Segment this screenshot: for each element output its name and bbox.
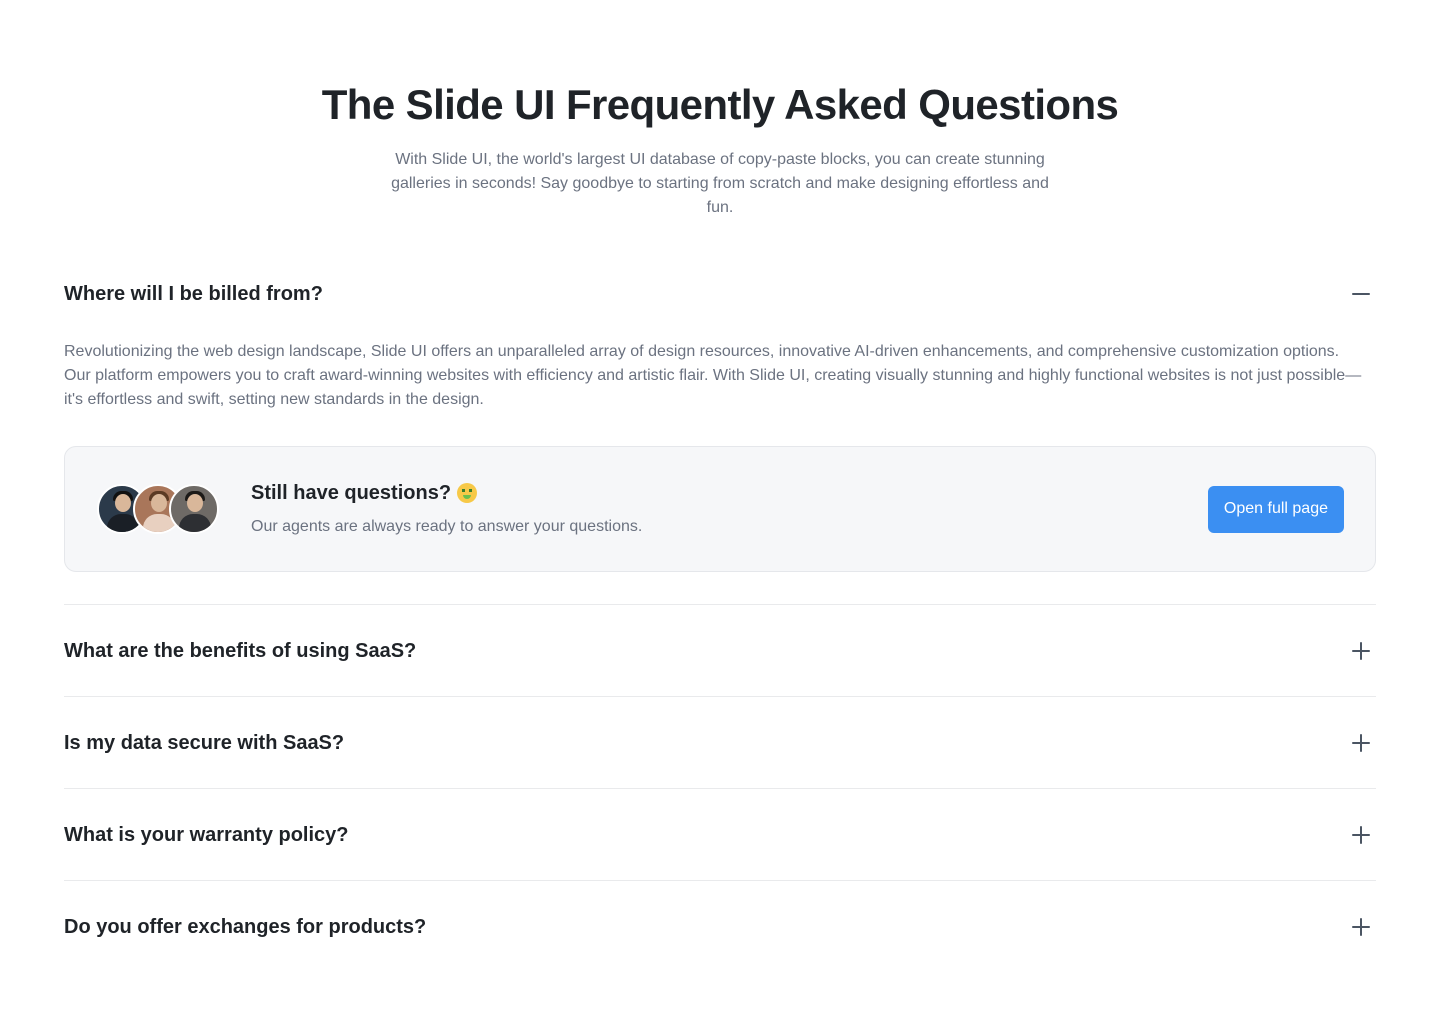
money-mouth-face-icon xyxy=(457,483,478,503)
faq-question-toggle[interactable]: What is your warranty policy? xyxy=(64,789,1376,881)
plus-icon[interactable] xyxy=(1350,824,1372,846)
faq-item: What is your warranty policy? xyxy=(64,788,1376,880)
faq-question-toggle[interactable]: What are the benefits of using SaaS? xyxy=(64,605,1376,697)
contact-text: Still have questions? Our agents are alw… xyxy=(251,479,1208,539)
contact-title-text: Still have questions? xyxy=(251,482,452,504)
faq-item-open: Where will I be billed from? Revolutioni… xyxy=(64,256,1376,572)
faq-question-toggle[interactable]: Where will I be billed from? xyxy=(64,256,1376,332)
contact-card: Still have questions? Our agents are alw… xyxy=(64,446,1376,572)
faq-question-toggle[interactable]: Do you offer exchanges for products? xyxy=(64,881,1376,973)
hero-section: The Slide UI Frequently Asked Questions … xyxy=(0,80,1440,220)
faq-page: The Slide UI Frequently Asked Questions … xyxy=(0,0,1440,1018)
plus-icon[interactable] xyxy=(1350,916,1372,938)
page-title: The Slide UI Frequently Asked Questions xyxy=(321,81,1119,128)
page-description: With Slide UI, the world's largest UI da… xyxy=(391,151,1049,216)
faq-question-toggle[interactable]: Is my data secure with SaaS? xyxy=(64,697,1376,789)
faq-question: Is my data secure with SaaS? xyxy=(64,732,345,754)
contact-title: Still have questions? xyxy=(251,479,1208,507)
faq-question: What are the benefits of using SaaS? xyxy=(64,640,417,662)
plus-icon[interactable] xyxy=(1350,640,1372,662)
avatar xyxy=(169,484,219,534)
contact-subtitle: Our agents are always ready to answer yo… xyxy=(251,518,643,535)
faq-question: What is your warranty policy? xyxy=(64,824,349,846)
faq-list: What are the benefits of using SaaS? Is … xyxy=(64,604,1376,972)
minus-icon[interactable] xyxy=(1350,283,1372,305)
plus-icon[interactable] xyxy=(1350,732,1372,754)
faq-item: Is my data secure with SaaS? xyxy=(64,696,1376,788)
faq-question: Do you offer exchanges for products? xyxy=(64,916,427,938)
faq-item: What are the benefits of using SaaS? xyxy=(64,604,1376,696)
open-full-page-button[interactable]: Open full page xyxy=(1207,485,1344,533)
faq-question: Where will I be billed from? xyxy=(64,283,323,305)
faq-item: Do you offer exchanges for products? xyxy=(64,880,1376,972)
agent-avatar-group xyxy=(97,484,251,534)
faq-section: Where will I be billed from? Revolutioni… xyxy=(64,256,1376,972)
faq-answer: Revolutionizing the web design landscape… xyxy=(64,343,1362,408)
